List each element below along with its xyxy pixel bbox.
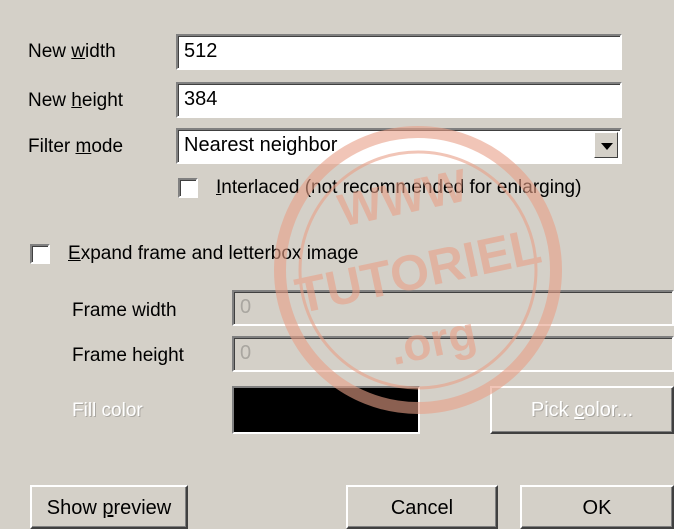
frame-width-label: Frame width — [72, 300, 177, 321]
filter-mode-label: Filter mode — [28, 136, 124, 157]
new-width-input[interactable]: 512 — [176, 34, 622, 70]
ok-button[interactable]: OK — [520, 485, 674, 529]
interlaced-checkbox[interactable] — [178, 178, 198, 198]
frame-height-input[interactable]: 0 — [232, 336, 674, 372]
chevron-down-icon[interactable] — [594, 132, 618, 158]
show-preview-button[interactable]: Show preview — [30, 485, 188, 529]
filter-mode-value: Nearest neighbor — [184, 134, 338, 156]
tutoriel-watermark-logo: WWW TUTORIEL .org — [274, 126, 562, 414]
interlaced-label[interactable]: Interlaced (not recommended for enlargin… — [216, 177, 581, 199]
fill-color-label: Fill color — [72, 400, 143, 421]
filter-mode-select[interactable]: Nearest neighbor — [176, 128, 622, 164]
new-width-label: New width — [28, 41, 116, 62]
cancel-button[interactable]: Cancel — [346, 485, 498, 529]
new-height-label: New height — [28, 90, 124, 111]
frame-width-input[interactable]: 0 — [232, 290, 674, 326]
expand-frame-checkbox[interactable] — [30, 244, 50, 264]
expand-frame-label[interactable]: Expand frame and letterbox image — [68, 243, 358, 265]
new-height-input[interactable]: 384 — [176, 82, 622, 118]
frame-height-label: Frame height — [72, 345, 184, 366]
pick-color-button[interactable]: Pick color... — [490, 386, 674, 434]
fill-color-swatch — [232, 386, 420, 434]
